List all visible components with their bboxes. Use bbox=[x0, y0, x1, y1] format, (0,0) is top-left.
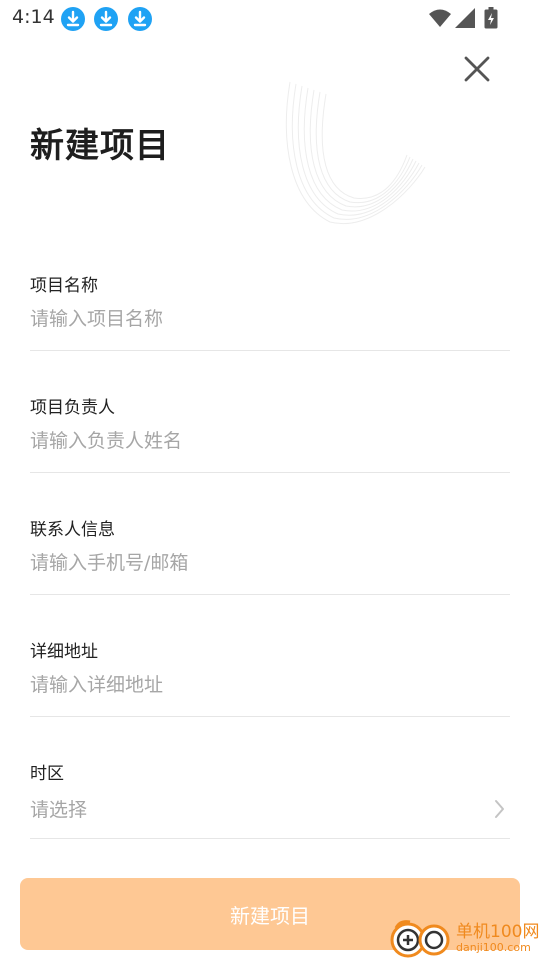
address-input[interactable] bbox=[30, 667, 490, 703]
chevron-right-icon bbox=[495, 800, 504, 818]
address-label: 详细地址 bbox=[30, 642, 98, 662]
status-time: 4:14 bbox=[12, 6, 55, 28]
project-name-label: 项目名称 bbox=[30, 276, 98, 296]
divider bbox=[30, 350, 510, 351]
owner-input[interactable] bbox=[30, 423, 490, 459]
contact-input[interactable] bbox=[30, 545, 490, 581]
contact-label: 联系人信息 bbox=[30, 520, 115, 540]
divider bbox=[30, 594, 510, 595]
project-name-input[interactable] bbox=[30, 301, 490, 337]
timezone-field[interactable]: 时区 请选择 bbox=[30, 759, 510, 881]
signal-icon bbox=[454, 7, 476, 33]
divider bbox=[30, 472, 510, 473]
contact-field: 联系人信息 bbox=[30, 515, 510, 637]
watermark-text: 单机100网 bbox=[456, 922, 540, 942]
divider bbox=[30, 716, 510, 717]
battery-charging-icon bbox=[484, 7, 498, 33]
owner-field: 项目负责人 bbox=[30, 393, 510, 515]
wifi-icon bbox=[428, 7, 452, 33]
watermark-logo-icon bbox=[390, 920, 450, 958]
timezone-select[interactable]: 请选择 bbox=[30, 795, 87, 822]
close-button[interactable] bbox=[460, 52, 494, 86]
status-bar: 4:14 bbox=[0, 0, 540, 36]
decorative-curves bbox=[285, 81, 426, 224]
divider bbox=[30, 838, 510, 839]
download-icon bbox=[128, 7, 152, 31]
download-icon bbox=[94, 7, 118, 31]
download-icon bbox=[61, 7, 85, 31]
watermark-url: danji100.com bbox=[456, 941, 531, 954]
project-name-field: 项目名称 bbox=[30, 271, 510, 393]
address-field: 详细地址 bbox=[30, 637, 510, 759]
timezone-label: 时区 bbox=[30, 764, 64, 784]
owner-label: 项目负责人 bbox=[30, 398, 115, 418]
page-title: 新建项目 bbox=[30, 126, 170, 166]
watermark: 单机100网 danji100.com bbox=[388, 916, 540, 960]
close-icon bbox=[464, 56, 490, 82]
